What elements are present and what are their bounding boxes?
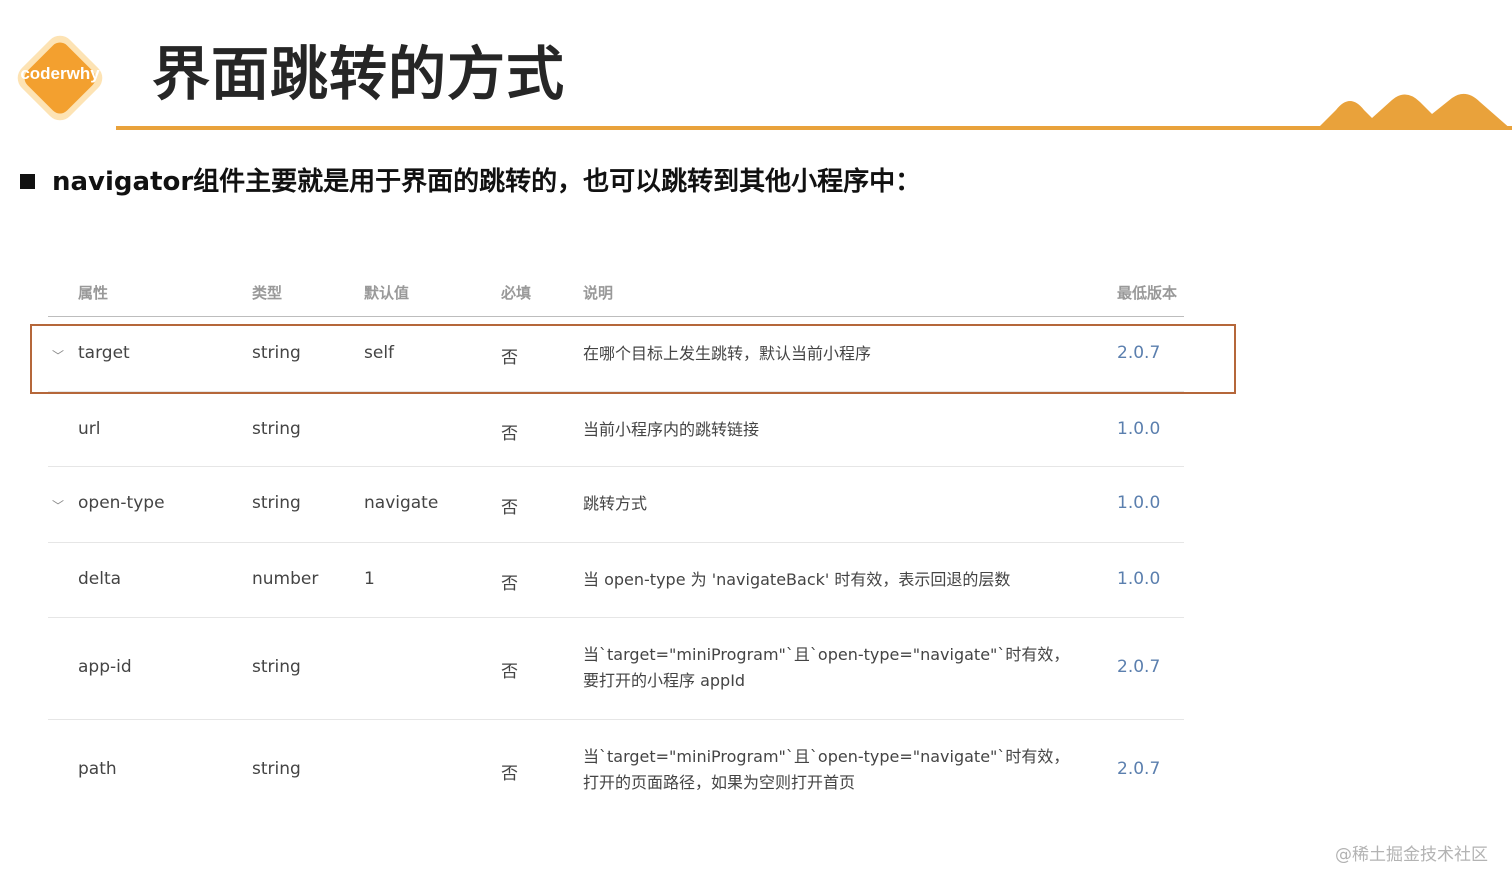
row-attr: url [78,419,101,439]
row-attr: path [78,759,117,779]
mountains-decoration [1316,93,1512,130]
row-type: number [252,569,319,589]
row-desc: 跳转方式 [583,494,648,513]
title-underline [116,126,1512,130]
chevron-down-icon[interactable]: ﹀ [52,497,64,514]
row-type: string [252,759,301,779]
bullet-square [20,174,35,189]
row-desc-line1: 当`target="miniProgram"`且`open-type="navi… [583,645,1070,664]
header-required: 必填 [501,284,532,302]
row-type: string [252,657,301,677]
header-default: 默认值 [364,284,410,302]
header-version: 最低版本 [1117,284,1178,302]
row-type: string [252,419,301,439]
row-required: 否 [501,662,518,682]
row-version: 2.0.7 [1117,657,1161,677]
row-attr: app-id [78,657,132,677]
table-header: 属性 类型 默认值 必填 说明 最低版本 [48,266,1184,317]
header-attr: 属性 [78,284,109,302]
row-attr: open-type [78,493,165,513]
row-desc: 当 open-type 为 'navigateBack' 时有效，表示回退的层数 [583,570,1011,589]
row-required: 否 [501,498,518,518]
highlight-box [30,324,1236,394]
logo-text: coderwhy [20,64,100,83]
table-row: app-id string 否 当`target="miniProgram"`且… [48,618,1184,720]
slide-title: 界面跳转的方式 [152,40,566,108]
row-version: 2.0.7 [1117,759,1161,779]
watermark: @稀土掘金技术社区 [1335,845,1488,865]
row-desc-line1: 当`target="miniProgram"`且`open-type="navi… [583,747,1070,766]
table-row: ﹀ open-type string navigate 否 跳转方式 1.0.0 [48,467,1184,543]
header-type: 类型 [252,284,283,302]
row-type: string [252,493,301,513]
bullet-text: navigator组件主要就是用于界面的跳转的，也可以跳转到其他小程序中： [52,167,922,197]
row-desc-line2: 要打开的小程序 appId [583,671,746,690]
row-desc-line2: 打开的页面路径，如果为空则打开首页 [583,773,856,792]
row-required: 否 [501,424,518,444]
row-required: 否 [501,764,518,784]
row-default: navigate [364,493,439,513]
row-version: 1.0.0 [1117,419,1161,439]
row-required: 否 [501,574,518,594]
row-desc: 当前小程序内的跳转链接 [583,420,760,439]
table-row: path string 否 当`target="miniProgram"`且`o… [48,720,1184,820]
row-version: 1.0.0 [1117,493,1161,513]
table-row: url string 否 当前小程序内的跳转链接 1.0.0 [48,392,1184,467]
row-default: 1 [364,569,375,589]
row-version: 1.0.0 [1117,569,1161,589]
header-desc: 说明 [583,284,614,302]
table-row: delta number 1 否 当 open-type 为 'navigate… [48,543,1184,618]
row-attr: delta [78,569,122,589]
